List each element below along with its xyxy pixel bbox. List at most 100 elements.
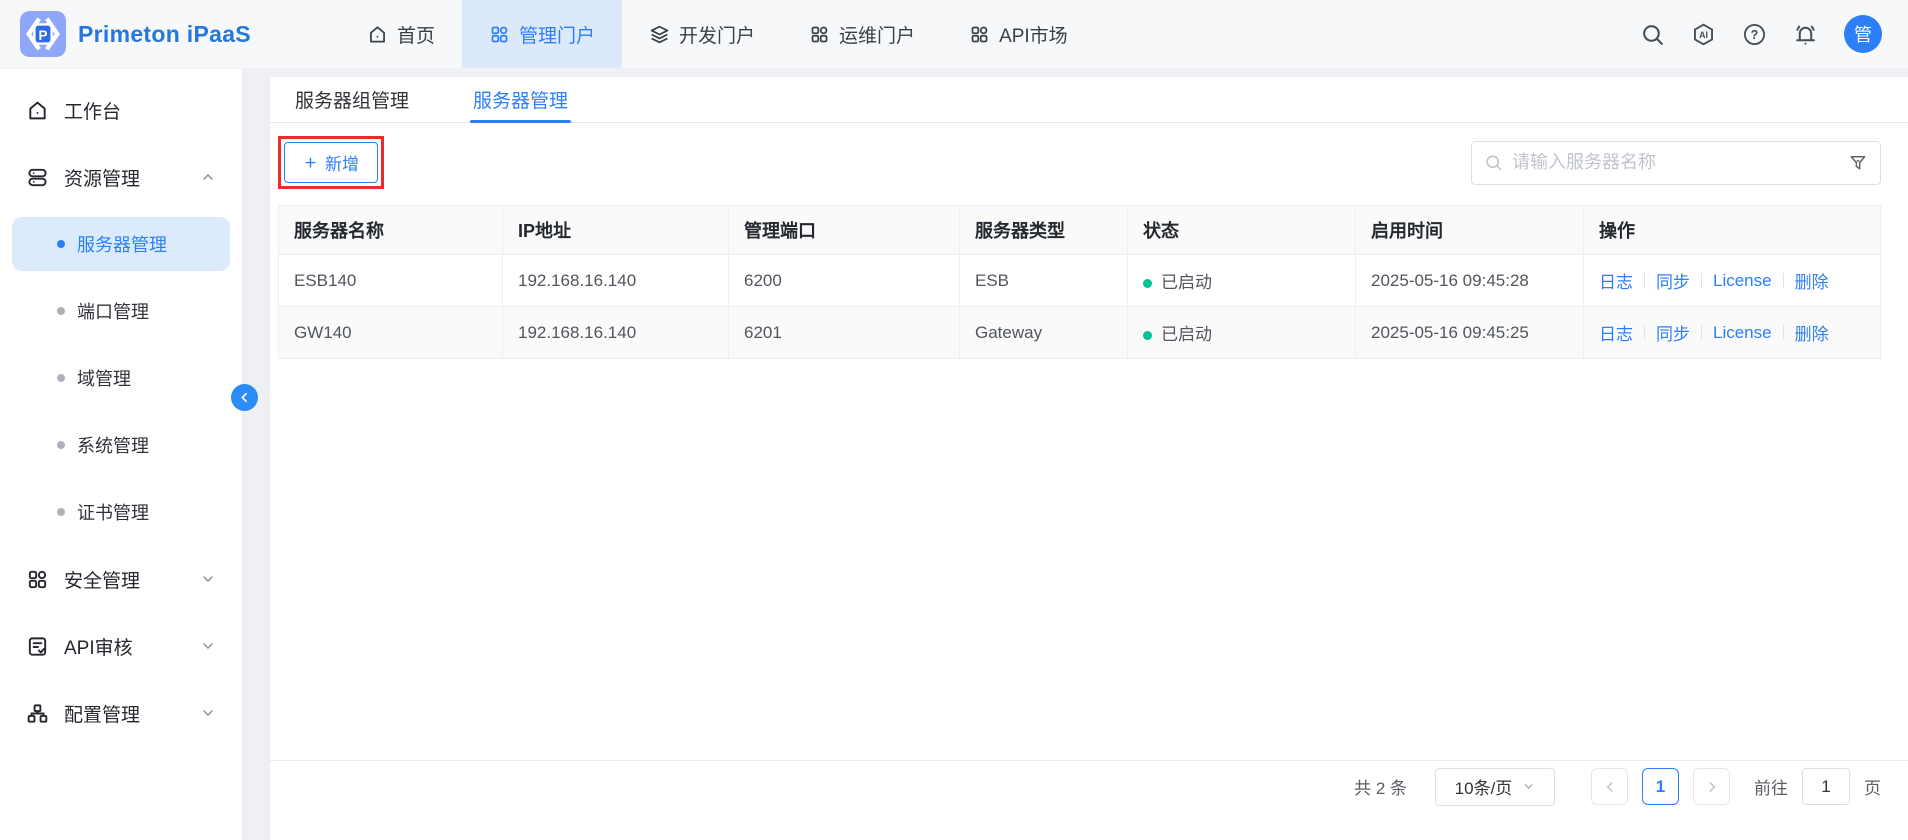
help-icon[interactable]: ? xyxy=(1742,22,1767,47)
goto-page-input[interactable] xyxy=(1802,768,1850,805)
nav-item-label: 开发门户 xyxy=(679,21,755,48)
tab-label: 服务器管理 xyxy=(473,86,568,113)
sync-link[interactable]: 同步 xyxy=(1656,320,1690,345)
status-text: 已启动 xyxy=(1161,325,1212,344)
sidebar-item-label: 资源管理 xyxy=(64,164,140,191)
col-ip: IP地址 xyxy=(503,206,729,255)
nav-item-home[interactable]: 首页 xyxy=(340,0,462,68)
toolbar: 新增 xyxy=(270,123,1908,199)
sidebar-item-label: 端口管理 xyxy=(77,298,149,324)
chevron-down-icon xyxy=(200,638,216,654)
divider xyxy=(1783,273,1784,288)
tab-label: 服务器组管理 xyxy=(295,86,409,113)
cell-mgmt-port: 6201 xyxy=(729,307,960,359)
sidebar-item-resource-mgmt[interactable]: 资源管理 xyxy=(12,150,230,204)
cell-status: 已启动 xyxy=(1128,307,1356,359)
sidebar-collapse-button[interactable] xyxy=(231,384,258,411)
server-search-input[interactable] xyxy=(1512,152,1839,173)
sidebar-item-server-mgmt[interactable]: 服务器管理 xyxy=(12,217,230,271)
chevron-left-icon xyxy=(1603,780,1617,794)
bullet-dot-icon xyxy=(57,307,65,315)
avatar-label: 管 xyxy=(1854,21,1872,47)
sidebar-item-domain-mgmt[interactable]: 域管理 xyxy=(12,351,230,405)
sidebar-item-label: 系统管理 xyxy=(77,432,149,458)
nav-item-label: API市场 xyxy=(999,21,1068,48)
content-panel: 服务器组管理 服务器管理 新增 xyxy=(270,77,1908,840)
total-count-label: 共 2 条 xyxy=(1354,774,1407,799)
tab-bar: 服务器组管理 服务器管理 xyxy=(270,77,1908,123)
nav-item-ops-portal[interactable]: 运维门户 xyxy=(782,0,942,68)
top-actions: AI ? 管 xyxy=(1640,0,1908,68)
sidebar: 工作台 资源管理 服务器管理 端口管理 域管理 系统管理 xyxy=(0,69,242,840)
status-text: 已启动 xyxy=(1161,273,1212,292)
sync-link[interactable]: 同步 xyxy=(1656,268,1690,293)
bullet-dot-icon xyxy=(57,508,65,516)
divider xyxy=(1783,325,1784,340)
sidebar-item-api-audit[interactable]: API审核 xyxy=(12,619,230,673)
table-empty-area xyxy=(270,359,1908,760)
annotation-highlight: 新增 xyxy=(278,136,384,189)
divider xyxy=(1644,325,1645,340)
sidebar-item-security-mgmt[interactable]: 安全管理 xyxy=(12,552,230,606)
log-link[interactable]: 日志 xyxy=(1599,320,1633,345)
divider xyxy=(1644,273,1645,288)
cell-enable-time: 2025-05-16 09:45:28 xyxy=(1356,255,1584,307)
sidebar-item-label: 服务器管理 xyxy=(77,231,167,257)
license-link[interactable]: License xyxy=(1713,323,1772,343)
tab-server-group-mgmt[interactable]: 服务器组管理 xyxy=(292,77,412,122)
status-dot-icon xyxy=(1143,331,1152,340)
col-actions: 操作 xyxy=(1584,206,1881,255)
cell-mgmt-port: 6200 xyxy=(729,255,960,307)
sidebar-item-port-mgmt[interactable]: 端口管理 xyxy=(12,284,230,338)
cell-ip: 192.168.16.140 xyxy=(503,307,729,359)
search-icon[interactable] xyxy=(1640,22,1665,47)
bullet-dot-icon xyxy=(57,374,65,382)
document-check-icon xyxy=(26,635,49,658)
grid-icon xyxy=(809,24,830,45)
nav-item-admin-portal[interactable]: 管理门户 xyxy=(462,0,622,68)
col-server-name: 服务器名称 xyxy=(279,206,503,255)
cell-server-type: Gateway xyxy=(960,307,1128,359)
ai-assistant-icon[interactable]: AI xyxy=(1691,22,1716,47)
filter-funnel-icon[interactable] xyxy=(1848,153,1868,173)
bell-icon[interactable] xyxy=(1793,22,1818,47)
chevron-down-icon xyxy=(1522,780,1535,793)
col-status: 状态 xyxy=(1128,206,1356,255)
sidebar-item-workbench[interactable]: 工作台 xyxy=(12,83,230,137)
license-link[interactable]: License xyxy=(1713,271,1772,291)
delete-link[interactable]: 删除 xyxy=(1795,268,1829,293)
page-unit-label: 页 xyxy=(1864,774,1881,799)
nav-item-label: 首页 xyxy=(397,21,435,48)
chevron-down-icon xyxy=(200,571,216,587)
page-size-select[interactable]: 10条/页 xyxy=(1435,768,1555,806)
chevron-left-icon xyxy=(238,391,251,404)
nav-item-dev-portal[interactable]: 开发门户 xyxy=(622,0,782,68)
tab-server-mgmt[interactable]: 服务器管理 xyxy=(470,77,571,122)
next-page-button[interactable] xyxy=(1693,768,1730,805)
avatar[interactable]: 管 xyxy=(1844,15,1882,53)
page-number-button[interactable]: 1 xyxy=(1642,768,1679,805)
prev-page-button[interactable] xyxy=(1591,768,1628,805)
brand: P Primeton iPaaS xyxy=(0,0,340,68)
cell-actions: 日志 同步 License 删除 xyxy=(1584,307,1881,359)
sidebar-item-config-mgmt[interactable]: 配置管理 xyxy=(12,686,230,740)
cell-server-name: GW140 xyxy=(279,307,503,359)
portal-nav: 首页 管理门户 开发门户 运维门户 API市场 xyxy=(340,0,1095,68)
sidebar-item-system-mgmt[interactable]: 系统管理 xyxy=(12,418,230,472)
brand-title: Primeton iPaaS xyxy=(78,21,251,48)
nav-item-api-market[interactable]: API市场 xyxy=(942,0,1095,68)
divider xyxy=(1701,273,1702,288)
layers-icon xyxy=(649,24,670,45)
delete-link[interactable]: 删除 xyxy=(1795,320,1829,345)
nav-item-label: 运维门户 xyxy=(839,21,915,48)
log-link[interactable]: 日志 xyxy=(1599,268,1633,293)
add-server-button[interactable]: 新增 xyxy=(284,142,378,183)
grid-icon xyxy=(26,568,49,591)
add-button-label: 新增 xyxy=(325,150,359,175)
cell-ip: 192.168.16.140 xyxy=(503,255,729,307)
search-icon xyxy=(1484,153,1503,172)
sidebar-item-cert-mgmt[interactable]: 证书管理 xyxy=(12,485,230,539)
table-header-row: 服务器名称 IP地址 管理端口 服务器类型 状态 启用时间 操作 xyxy=(279,206,1881,255)
col-enable-time: 启用时间 xyxy=(1356,206,1584,255)
table-row: GW140 192.168.16.140 6201 Gateway 已启动 20… xyxy=(279,307,1881,359)
